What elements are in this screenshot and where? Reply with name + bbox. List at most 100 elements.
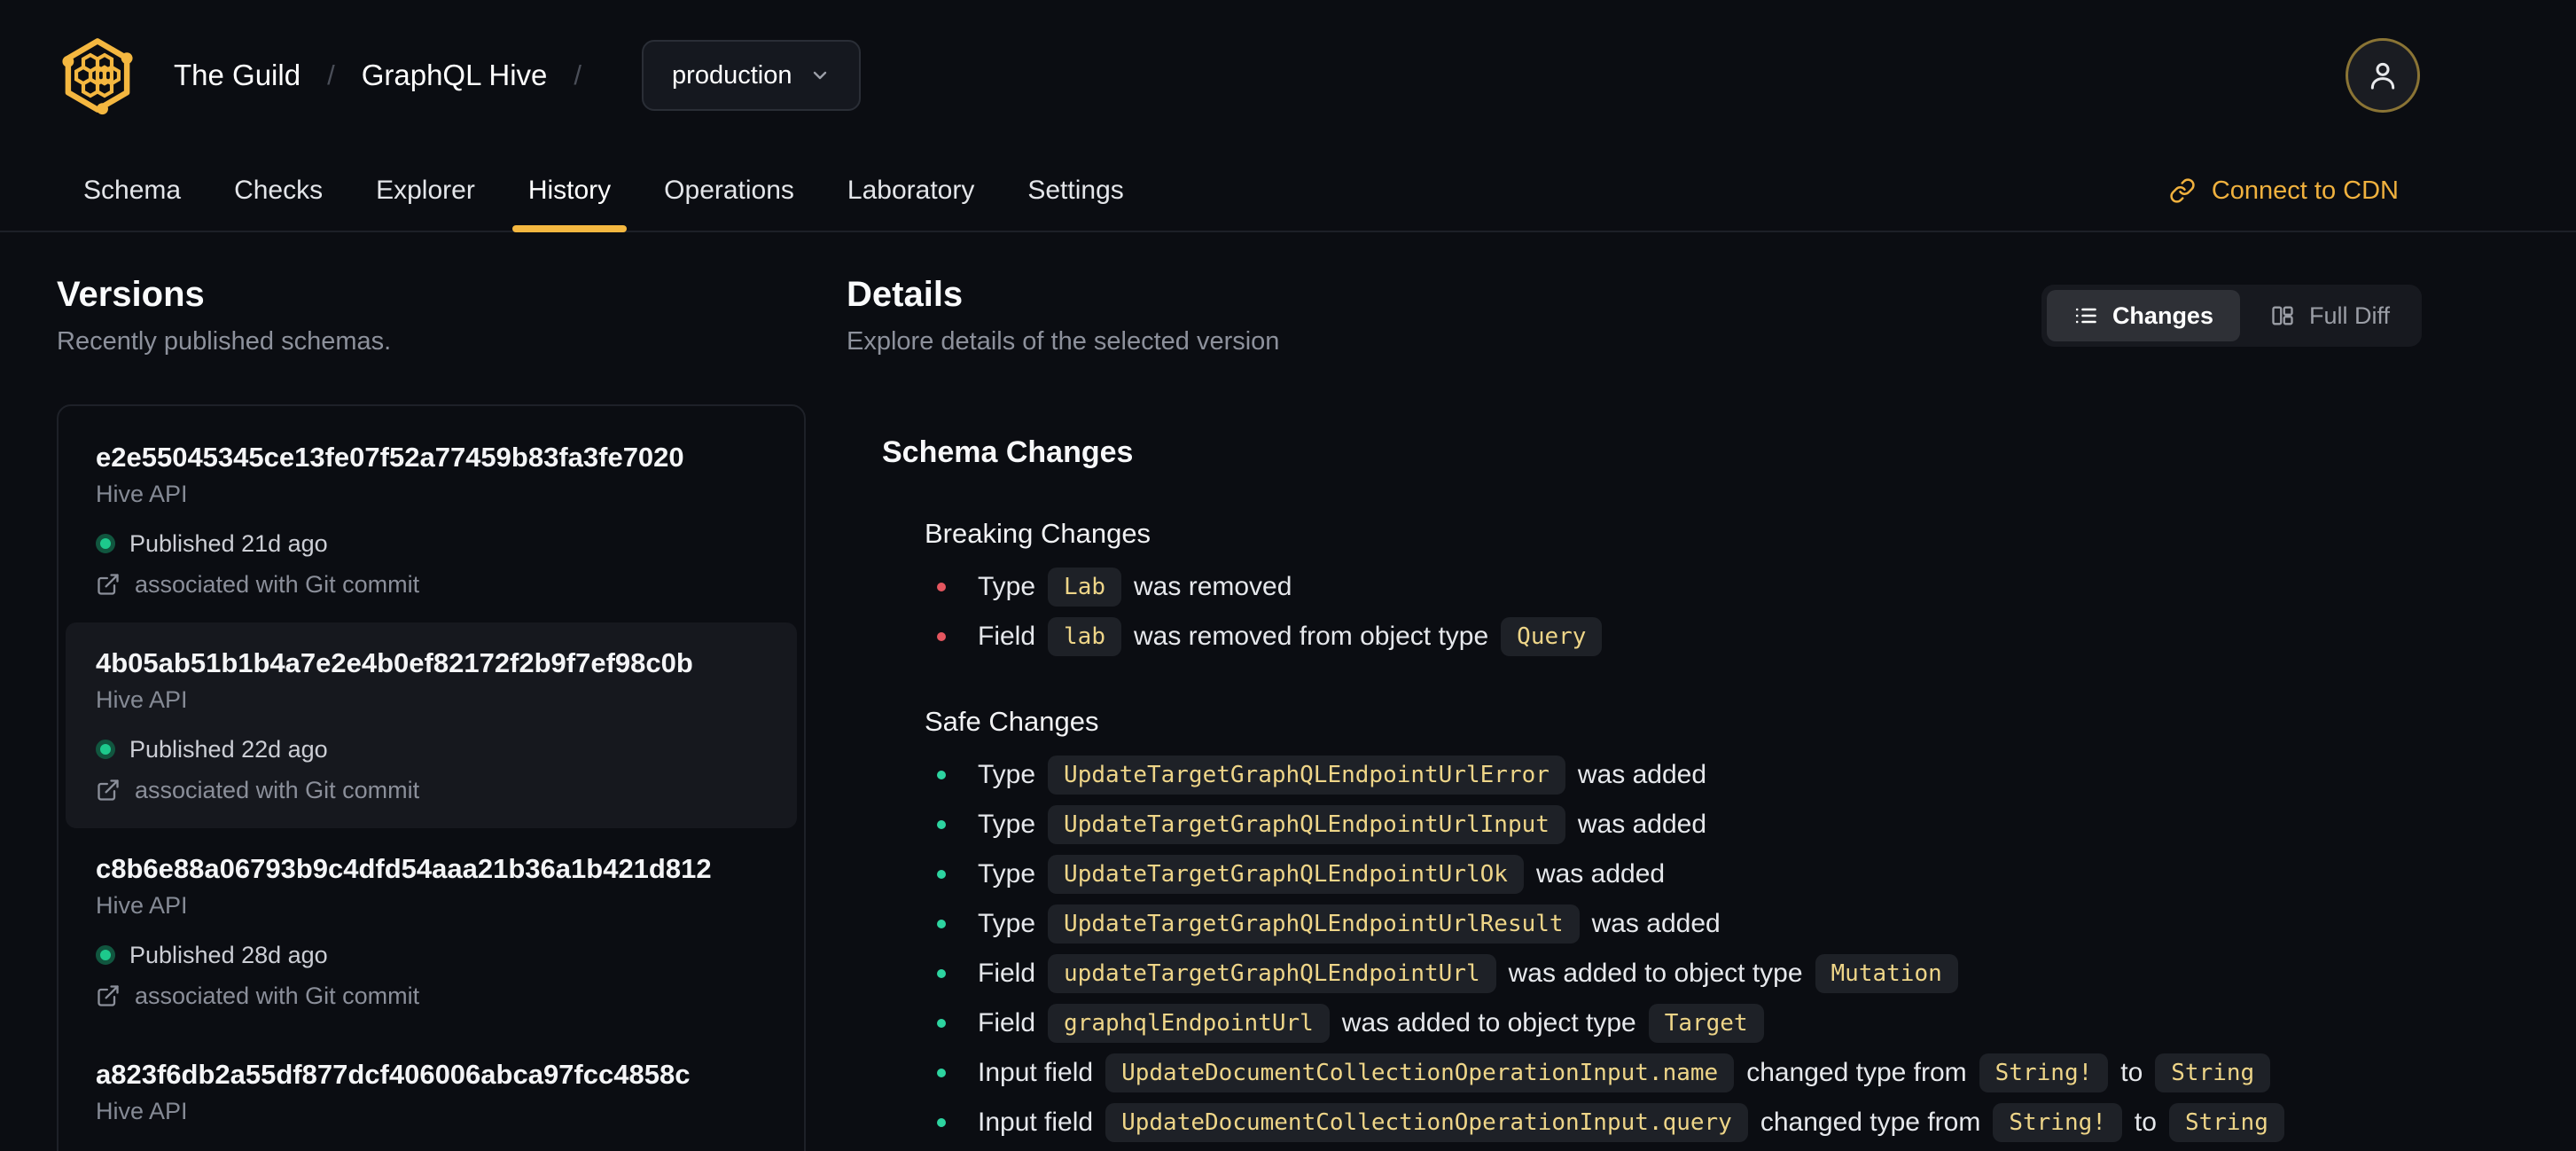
change-text: to	[2120, 1058, 2143, 1087]
change-text: was removed from object type	[1134, 622, 1489, 651]
version-git-link[interactable]: associated with Git commit	[96, 777, 767, 803]
version-card[interactable]: 4b05ab51b1b4a7e2e4b0ef82172f2b9f7ef98c0b…	[66, 622, 797, 828]
bullet-dot	[937, 583, 946, 591]
change-item: Input field UpdateDocumentCollectionOpera…	[925, 1048, 2422, 1098]
change-section: Breaking Changes Type Lab was removed Field…	[925, 513, 2422, 662]
bullet-dot	[937, 1118, 946, 1127]
version-card[interactable]: e2e55045345ce13fe07f52a77459b83fa3fe7020…	[66, 417, 797, 622]
change-text: Field	[978, 959, 1036, 988]
change-text: was added to object type	[1341, 1008, 1636, 1037]
nav-tab[interactable]: Explorer	[349, 151, 502, 231]
change-text: Type	[978, 859, 1036, 889]
published-status-dot	[96, 534, 115, 553]
connect-to-cdn-link[interactable]: Connect to CDN	[2169, 151, 2399, 231]
version-card[interactable]: c8b6e88a06793b9c4dfd54aaa21b36a1b421d812…	[66, 828, 797, 1034]
target-selector-value: production	[672, 60, 792, 90]
change-sections: Breaking Changes Type Lab was removed Field…	[882, 513, 2422, 1147]
code-badge: UpdateTargetGraphQLEndpointUrlOk	[1048, 855, 1524, 894]
version-git-link[interactable]: associated with Git commit	[96, 983, 767, 1009]
change-item: Type UpdateTargetGraphQLEndpointUrlResult…	[925, 899, 2422, 949]
version-hash: a823f6db2a55df877dcf406006abca97fcc4858c	[96, 1059, 691, 1090]
external-link-icon	[96, 572, 121, 597]
split-view-icon	[2270, 303, 2295, 328]
bullet-dot	[937, 1019, 946, 1028]
nav-tab[interactable]: Laboratory	[821, 151, 1001, 231]
change-text: Type	[978, 572, 1036, 601]
target-selector[interactable]: production	[642, 40, 862, 111]
external-link-icon	[96, 778, 121, 803]
breadcrumb-separator: /	[327, 59, 335, 90]
nav-tab[interactable]: Checks	[207, 151, 349, 231]
change-text: changed type from	[1746, 1058, 1967, 1087]
main-content: Versions Recently published schemas. e2e…	[0, 232, 2576, 1151]
breadcrumb-separator: /	[574, 59, 582, 90]
changes-view-label: Changes	[2112, 301, 2213, 329]
nav-tab-label: Explorer	[376, 176, 475, 205]
nav-tabs: Schema Checks Explorer History Operation…	[57, 151, 1151, 232]
bullet-dot	[937, 920, 946, 928]
version-card[interactable]: a823f6db2a55df877dcf406006abca97fcc4858c…	[66, 1034, 797, 1151]
change-text: Input field	[978, 1108, 1094, 1137]
change-text: Field	[978, 1008, 1036, 1037]
versions-subtitle: Recently published schemas.	[57, 327, 392, 356]
details-panel: Details Explore details of the selected …	[847, 232, 2422, 1151]
change-item: Field lab was removed from object type Quer…	[925, 612, 2422, 662]
nav-tab[interactable]: History	[502, 151, 637, 232]
code-badge: lab	[1048, 617, 1121, 656]
schema-changes-title: Schema Changes	[882, 435, 1134, 469]
change-item: Field graphqlEndpointUrl was added to obje…	[925, 998, 2422, 1048]
version-service: Hive API	[96, 481, 188, 507]
code-badge: Mutation	[1815, 954, 1958, 993]
nav-tab[interactable]: Operations	[637, 151, 821, 231]
header: The Guild / GraphQL Hive / production Sc…	[0, 0, 2576, 232]
breadcrumb-org[interactable]: The Guild	[174, 59, 301, 92]
version-hash: e2e55045345ce13fe07f52a77459b83fa3fe7020	[96, 442, 684, 473]
breadcrumb-project[interactable]: GraphQL Hive	[362, 59, 548, 92]
change-text: was added	[1577, 760, 1707, 789]
change-item: Input field UpdateDocumentCollectionOpera…	[925, 1098, 2422, 1147]
change-section: Safe Changes Type UpdateTargetGraphQLEndp…	[925, 701, 2422, 1147]
version-service: Hive API	[96, 686, 188, 713]
nav-tab[interactable]: Schema	[57, 151, 207, 231]
full-diff-view-label: Full Diff	[2308, 301, 2390, 329]
versions-list: e2e55045345ce13fe07f52a77459b83fa3fe7020…	[57, 404, 806, 1151]
version-hash: c8b6e88a06793b9c4dfd54aaa21b36a1b421d812	[96, 853, 712, 884]
change-section-title: Safe Changes	[925, 706, 1099, 737]
code-badge: UpdateTargetGraphQLEndpointUrlResult	[1048, 904, 1580, 944]
hive-logo-icon[interactable]	[57, 35, 138, 116]
version-published: Published 22d ago	[129, 736, 328, 763]
published-status-dot	[96, 945, 115, 965]
bullet-dot	[937, 870, 946, 879]
bullet-dot	[937, 820, 946, 829]
bullet-dot	[937, 632, 946, 641]
change-text: was removed	[1134, 572, 1292, 601]
nav-tab[interactable]: Settings	[1001, 151, 1150, 231]
code-badge: UpdateDocumentCollectionOperationInput.n…	[1105, 1053, 1735, 1092]
version-published: Published 40d ago	[129, 1147, 328, 1151]
version-meta: Published 28d ago	[96, 942, 767, 968]
code-badge: graphqlEndpointUrl	[1048, 1004, 1330, 1043]
version-published: Published 21d ago	[129, 530, 328, 557]
code-badge: String!	[1979, 1053, 2109, 1092]
change-item: Type UpdateTargetGraphQLEndpointUrlError w…	[925, 750, 2422, 800]
version-git-label: associated with Git commit	[135, 777, 420, 803]
nav-tab-label: Laboratory	[847, 176, 975, 205]
change-item: Type UpdateTargetGraphQLEndpointUrlOk was …	[925, 850, 2422, 899]
change-section-title: Breaking Changes	[925, 518, 1151, 549]
code-badge: Target	[1648, 1004, 1764, 1043]
change-item: Type UpdateTargetGraphQLEndpointUrlInput w…	[925, 800, 2422, 850]
changes-view-button[interactable]: Changes	[2046, 290, 2240, 341]
code-badge: Query	[1501, 617, 1603, 656]
link-icon	[2169, 177, 2196, 204]
nav-row: Schema Checks Explorer History Operation…	[0, 151, 2576, 232]
change-text: was added	[1591, 909, 1721, 938]
change-text: Type	[978, 909, 1036, 938]
version-published: Published 28d ago	[129, 942, 328, 968]
user-menu-button[interactable]	[2346, 38, 2420, 113]
version-hash: 4b05ab51b1b4a7e2e4b0ef82172f2b9f7ef98c0b	[96, 647, 693, 678]
details-subtitle: Explore details of the selected version	[847, 327, 1280, 356]
active-tab-underline	[511, 225, 628, 232]
version-git-link[interactable]: associated with Git commit	[96, 571, 767, 598]
details-heading-block: Details Explore details of the selected …	[847, 275, 1279, 356]
full-diff-view-button[interactable]: Full Diff	[2244, 290, 2416, 341]
